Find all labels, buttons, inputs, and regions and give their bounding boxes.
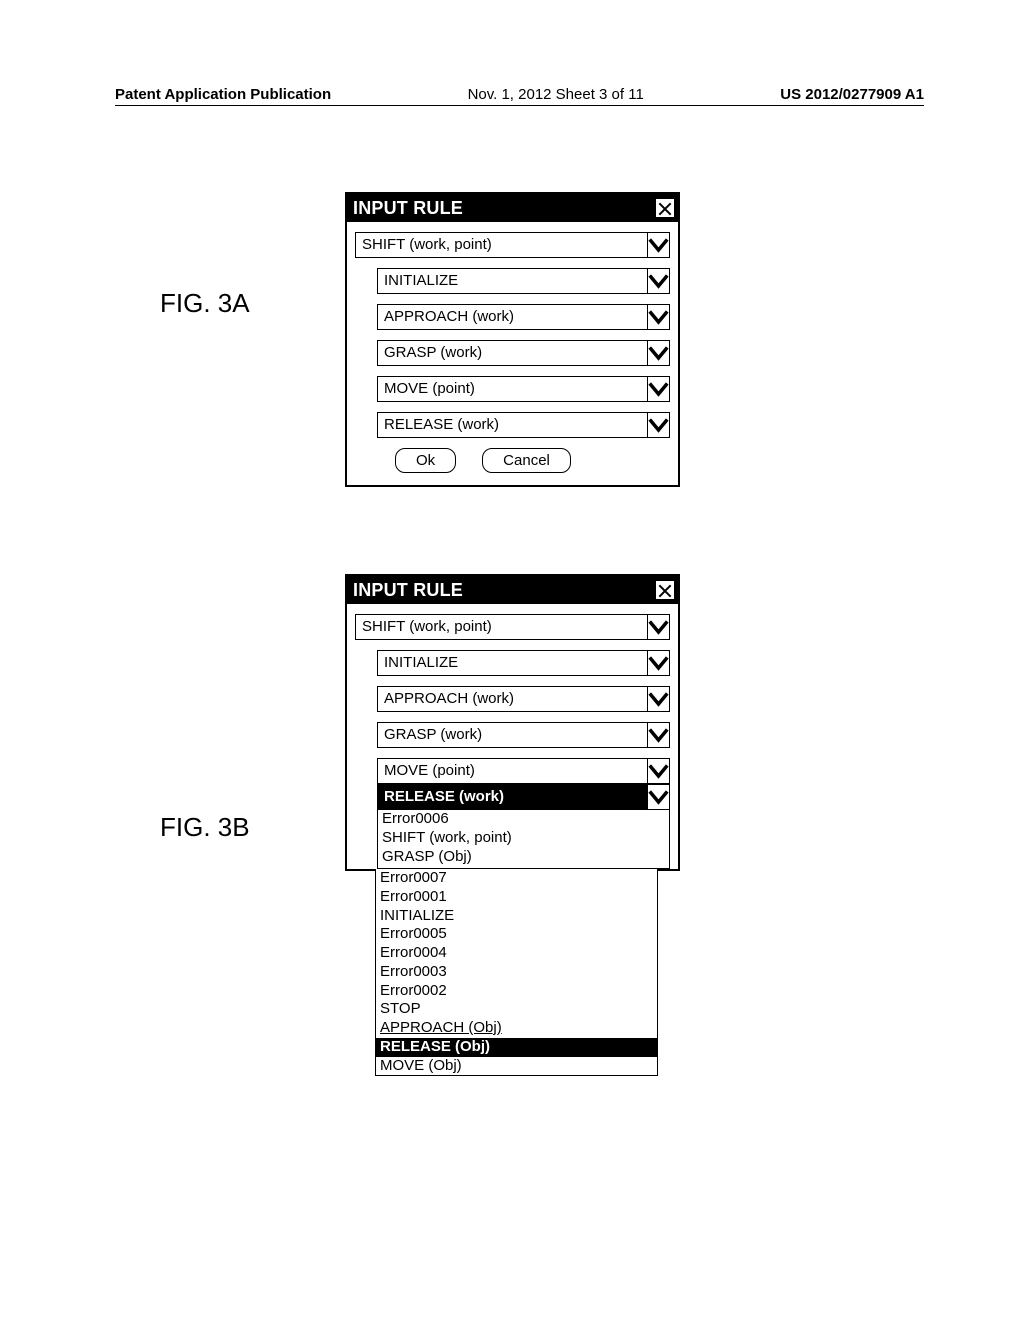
combo-main-text: SHIFT (work, point): [356, 233, 647, 257]
list-item-highlighted[interactable]: RELEASE (Obj): [376, 1038, 657, 1057]
dialog-body: SHIFT (work, point) INITIALIZE APPROACH …: [347, 222, 678, 485]
list-item[interactable]: Error0007: [376, 869, 657, 888]
figure-label-3a: FIG. 3A: [160, 288, 250, 319]
chevron-down-icon[interactable]: [647, 305, 669, 329]
titlebar: INPUT RULE: [347, 576, 678, 604]
combo-item[interactable]: APPROACH (work): [377, 686, 670, 712]
chevron-down-icon[interactable]: [647, 651, 669, 675]
close-icon[interactable]: [654, 197, 676, 219]
list-item[interactable]: Error0003: [376, 963, 657, 982]
button-row: Ok Cancel: [395, 448, 670, 473]
chevron-down-icon[interactable]: [647, 615, 669, 639]
combo-item-text: RELEASE (work): [378, 413, 647, 437]
chevron-down-icon[interactable]: [647, 687, 669, 711]
chevron-down-icon[interactable]: [647, 341, 669, 365]
combo-item-text: MOVE (point): [378, 377, 647, 401]
dialog-title: INPUT RULE: [353, 580, 463, 601]
dialog-input-rule-a: INPUT RULE SHIFT (work, point) INITIALIZ…: [345, 192, 680, 487]
combo-main-text: SHIFT (work, point): [356, 615, 647, 639]
chevron-down-icon[interactable]: [647, 785, 669, 809]
combo-item[interactable]: MOVE (point): [377, 376, 670, 402]
figure-label-3b: FIG. 3B: [160, 812, 250, 843]
combo-item[interactable]: GRASP (work): [377, 340, 670, 366]
chevron-down-icon[interactable]: [647, 723, 669, 747]
combo-item[interactable]: MOVE (point): [377, 758, 670, 784]
chevron-down-icon[interactable]: [647, 233, 669, 257]
combo-main[interactable]: SHIFT (work, point): [355, 232, 670, 258]
combo-item-text: INITIALIZE: [378, 651, 647, 675]
list-item[interactable]: APPROACH (Obj): [376, 1019, 657, 1038]
list-item[interactable]: INITIALIZE: [376, 907, 657, 926]
dropdown-overflow: Error0007 Error0001 INITIALIZE Error0005…: [375, 869, 658, 1076]
header-center: Nov. 1, 2012 Sheet 3 of 11: [468, 86, 644, 103]
combo-item-text: APPROACH (work): [378, 305, 647, 329]
combo-item[interactable]: APPROACH (work): [377, 304, 670, 330]
list-item[interactable]: Error0005: [376, 925, 657, 944]
combo-item-selected[interactable]: RELEASE (work): [378, 785, 669, 810]
chevron-down-icon[interactable]: [647, 269, 669, 293]
list-item[interactable]: Error0004: [376, 944, 657, 963]
list-item[interactable]: STOP: [376, 1000, 657, 1019]
combo-item-text: MOVE (point): [378, 759, 647, 783]
dropdown-expanded: RELEASE (work) Error0006 SHIFT (work, po…: [377, 784, 670, 869]
combo-item[interactable]: INITIALIZE: [377, 650, 670, 676]
list-item[interactable]: Error0002: [376, 982, 657, 1001]
titlebar: INPUT RULE: [347, 194, 678, 222]
dialog-title: INPUT RULE: [353, 198, 463, 219]
dialog-body: SHIFT (work, point) INITIALIZE APPROACH …: [347, 604, 678, 869]
list-item[interactable]: MOVE (Obj): [376, 1057, 657, 1076]
dialog-input-rule-b: INPUT RULE SHIFT (work, point) INITIALIZ…: [345, 574, 680, 871]
combo-item-text: APPROACH (work): [378, 687, 647, 711]
chevron-down-icon[interactable]: [647, 377, 669, 401]
combo-main[interactable]: SHIFT (work, point): [355, 614, 670, 640]
list-item[interactable]: Error0001: [376, 888, 657, 907]
combo-item[interactable]: INITIALIZE: [377, 268, 670, 294]
combo-item-text: RELEASE (work): [378, 785, 647, 809]
list-item[interactable]: GRASP (Obj): [382, 848, 665, 867]
header-right: US 2012/0277909 A1: [780, 86, 924, 103]
combo-item[interactable]: RELEASE (work): [377, 412, 670, 438]
chevron-down-icon[interactable]: [647, 759, 669, 783]
list-item[interactable]: SHIFT (work, point): [382, 829, 665, 848]
close-icon[interactable]: [654, 579, 676, 601]
combo-item-text: GRASP (work): [378, 723, 647, 747]
list-item[interactable]: Error0006: [382, 810, 665, 829]
dropdown-list-inside: Error0006 SHIFT (work, point) GRASP (Obj…: [378, 810, 669, 868]
header-left: Patent Application Publication: [115, 86, 331, 103]
page-header: Patent Application Publication Nov. 1, 2…: [115, 86, 924, 106]
combo-item-text: GRASP (work): [378, 341, 647, 365]
chevron-down-icon[interactable]: [647, 413, 669, 437]
ok-button[interactable]: Ok: [395, 448, 456, 473]
cancel-button[interactable]: Cancel: [482, 448, 571, 473]
combo-item-text: INITIALIZE: [378, 269, 647, 293]
combo-item[interactable]: GRASP (work): [377, 722, 670, 748]
